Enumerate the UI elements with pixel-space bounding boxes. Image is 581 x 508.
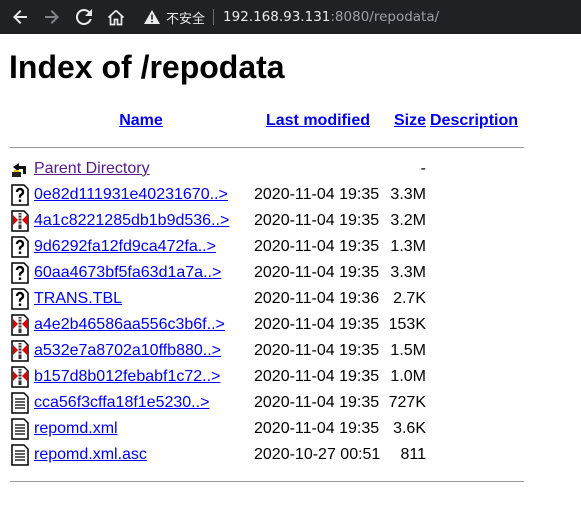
unknown-file-icon xyxy=(10,286,34,312)
file-link[interactable]: 9d6292fa12fd9ca472fa..> xyxy=(34,238,216,255)
file-link[interactable]: cca56f3cffa18f1e5230..> xyxy=(34,394,209,411)
file-size: 3.2M xyxy=(390,212,426,229)
table-row: a4e2b46586aa556c3b6f..> 2020-11-04 19:35 1… xyxy=(10,312,526,338)
table-row: 60aa4673bf5fa63d1a7a..> 2020-11-04 19:35 3… xyxy=(10,260,526,286)
last-modified: 2020-11-04 19:35 xyxy=(254,186,380,203)
unknown-file-icon xyxy=(10,260,34,286)
sort-by-description-link[interactable]: Description xyxy=(430,112,518,129)
text-file-icon xyxy=(10,442,34,468)
last-modified: 2020-10-27 00:51 xyxy=(254,446,381,463)
file-size: 727K xyxy=(388,394,426,411)
compressed-file-icon xyxy=(10,208,34,234)
reload-icon[interactable] xyxy=(72,5,96,29)
back-folder-icon xyxy=(10,156,34,182)
description xyxy=(426,312,526,338)
description xyxy=(426,442,526,468)
description xyxy=(426,416,526,442)
browser-toolbar: 不安全 192.168.93.131:8080/repodata/ xyxy=(0,0,581,34)
last-modified: 2020-11-04 19:35 xyxy=(254,420,380,437)
file-size: 1.3M xyxy=(390,238,426,255)
sort-by-modified-link[interactable]: Last modified xyxy=(266,112,370,129)
divider xyxy=(10,468,526,486)
header-row: Name Last modified Size Description xyxy=(10,104,526,138)
file-listing-table: Name Last modified Size Description Pare… xyxy=(10,104,526,486)
divider xyxy=(10,138,526,156)
file-link[interactable]: 4a1c8221285db1b9d536..> xyxy=(34,212,229,229)
page-title: Index of /repodata xyxy=(9,49,285,85)
description xyxy=(426,338,526,364)
url-host: 192.168.93.131 xyxy=(223,9,331,25)
file-link[interactable]: 60aa4673bf5fa63d1a7a..> xyxy=(34,264,221,281)
description xyxy=(426,364,526,390)
file-link[interactable]: a532e7a8702a10ffb880..> xyxy=(34,342,221,359)
file-size: 3.3M xyxy=(390,186,426,203)
file-link[interactable]: repomd.xml xyxy=(34,420,118,437)
address-bar[interactable]: 不安全 192.168.93.131:8080/repodata/ xyxy=(140,2,581,32)
sort-by-size-link[interactable]: Size xyxy=(394,112,426,129)
compressed-file-icon xyxy=(10,338,34,364)
table-row: 4a1c8221285db1b9d536..> 2020-11-04 19:35 3… xyxy=(10,208,526,234)
last-modified: 2020-11-04 19:35 xyxy=(254,212,380,229)
last-modified: 2020-11-04 19:35 xyxy=(254,316,380,333)
table-row: TRANS.TBL 2020-11-04 19:36 2.7K xyxy=(10,286,526,312)
security-label[interactable]: 不安全 xyxy=(166,8,205,27)
size-column-header: Size xyxy=(388,104,426,138)
last-modified: 2020-11-04 19:35 xyxy=(254,238,380,255)
description xyxy=(426,208,526,234)
table-row: cca56f3cffa18f1e5230..> 2020-11-04 19:35 7… xyxy=(10,390,526,416)
file-size: 2.7K xyxy=(393,290,426,307)
file-link[interactable]: b157d8b012febabf1c72..> xyxy=(34,368,220,385)
compressed-file-icon xyxy=(10,364,34,390)
file-link[interactable]: 0e82d111931e40231670..> xyxy=(34,186,228,203)
description xyxy=(426,286,526,312)
description xyxy=(426,234,526,260)
forward-arrow-icon[interactable] xyxy=(40,5,64,29)
file-link[interactable]: a4e2b46586aa556c3b6f..> xyxy=(34,316,225,333)
description xyxy=(426,260,526,286)
table-row: a532e7a8702a10ffb880..> 2020-11-04 19:35 1… xyxy=(10,338,526,364)
parent-directory-link[interactable]: Parent Directory xyxy=(34,160,150,177)
last-modified: 2020-11-04 19:35 xyxy=(254,394,380,411)
text-file-icon xyxy=(10,390,34,416)
table-row: b157d8b012febabf1c72..> 2020-11-04 19:35 1… xyxy=(10,364,526,390)
unknown-file-icon xyxy=(10,182,34,208)
icon-column-header xyxy=(10,104,34,138)
compressed-file-icon xyxy=(10,312,34,338)
parent-directory-row: Parent Directory - xyxy=(10,156,526,182)
text-file-icon xyxy=(10,416,34,442)
table-row: repomd.xml.asc 2020-10-27 00:51 811 xyxy=(10,442,526,468)
file-size: 1.5M xyxy=(390,342,426,359)
file-link[interactable]: TRANS.TBL xyxy=(34,290,122,307)
description xyxy=(426,182,526,208)
modified-column-header: Last modified xyxy=(248,104,388,138)
file-size: 811 xyxy=(400,446,426,463)
file-link[interactable]: repomd.xml.asc xyxy=(34,446,147,463)
description-column-header: Description xyxy=(426,104,526,138)
last-modified: 2020-11-04 19:35 xyxy=(254,368,380,385)
table-row: repomd.xml 2020-11-04 19:35 3.6K xyxy=(10,416,526,442)
file-size: - xyxy=(420,160,426,177)
back-arrow-icon[interactable] xyxy=(8,5,32,29)
home-icon[interactable] xyxy=(104,5,128,29)
description xyxy=(426,390,526,416)
last-modified: 2020-11-04 19:36 xyxy=(254,290,380,307)
table-row: 0e82d111931e40231670..> 2020-11-04 19:35 3… xyxy=(10,182,526,208)
file-size: 1.0M xyxy=(390,368,426,385)
url-path: :8080/repodata/ xyxy=(330,9,440,25)
table-row: 9d6292fa12fd9ca472fa..> 2020-11-04 19:35 1… xyxy=(10,234,526,260)
warning-icon[interactable] xyxy=(144,10,160,24)
last-modified: 2020-11-04 19:35 xyxy=(254,264,380,281)
file-size: 3.6K xyxy=(393,420,426,437)
file-size: 153K xyxy=(388,316,426,333)
name-column-header: Name xyxy=(34,104,248,138)
file-size: 3.3M xyxy=(390,264,426,281)
last-modified: 2020-11-04 19:35 xyxy=(254,342,380,359)
divider xyxy=(213,9,215,25)
sort-by-name-link[interactable]: Name xyxy=(119,112,163,129)
unknown-file-icon xyxy=(10,234,34,260)
